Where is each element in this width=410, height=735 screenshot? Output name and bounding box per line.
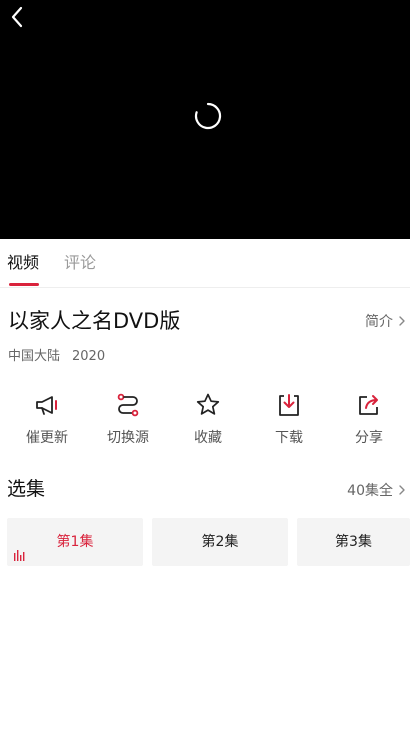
back-arrow-icon	[11, 6, 23, 28]
favorite-label: 收藏	[194, 430, 222, 446]
episode-label: 第3集	[335, 534, 372, 550]
chevron-right-icon	[399, 485, 405, 495]
action-bar: 催更新 切换源 收藏 下载 分享	[7, 392, 410, 452]
active-tab-indicator	[9, 283, 39, 286]
episode-label: 第1集	[56, 534, 94, 550]
urge-update-label: 催更新	[26, 430, 68, 446]
episode-item-2[interactable]: 第2集	[152, 518, 288, 566]
favorite-button[interactable]: 收藏	[168, 392, 248, 452]
back-button[interactable]	[6, 4, 30, 30]
now-playing-icon	[14, 550, 25, 561]
tab-video[interactable]: 视频	[7, 253, 39, 273]
tab-bar: 视频 评论	[0, 239, 410, 288]
show-meta: 中国大陆 2020	[8, 348, 105, 366]
switch-source-label: 切换源	[107, 430, 149, 446]
download-icon	[279, 394, 299, 416]
download-label: 下载	[275, 430, 303, 446]
intro-link[interactable]: 简介	[365, 311, 408, 331]
intro-label: 简介	[365, 314, 393, 330]
switch-source-icon	[117, 393, 139, 417]
switch-source-button[interactable]: 切换源	[88, 392, 168, 452]
episode-item-3[interactable]: 第3集	[297, 518, 410, 566]
show-title: 以家人之名DVD版	[8, 309, 181, 333]
share-button[interactable]: 分享	[329, 392, 409, 452]
urge-update-button[interactable]: 催更新	[7, 392, 87, 452]
episode-label: 第2集	[201, 534, 239, 550]
show-region: 中国大陆	[8, 349, 61, 364]
share-label: 分享	[355, 430, 383, 446]
episodes-heading: 选集	[7, 478, 46, 500]
video-player[interactable]	[0, 0, 410, 239]
star-icon	[196, 393, 220, 415]
megaphone-icon	[36, 396, 57, 415]
share-icon	[359, 395, 378, 415]
all-episodes-label: 40集全	[347, 483, 393, 499]
tab-comments[interactable]: 评论	[64, 253, 96, 273]
chevron-right-icon	[399, 316, 405, 326]
show-year: 2020	[72, 349, 106, 364]
loading-spinner-icon	[194, 102, 222, 130]
episode-item-1[interactable]: 第1集	[7, 518, 143, 566]
download-button[interactable]: 下载	[249, 392, 329, 452]
all-episodes-link[interactable]: 40集全	[347, 480, 408, 500]
